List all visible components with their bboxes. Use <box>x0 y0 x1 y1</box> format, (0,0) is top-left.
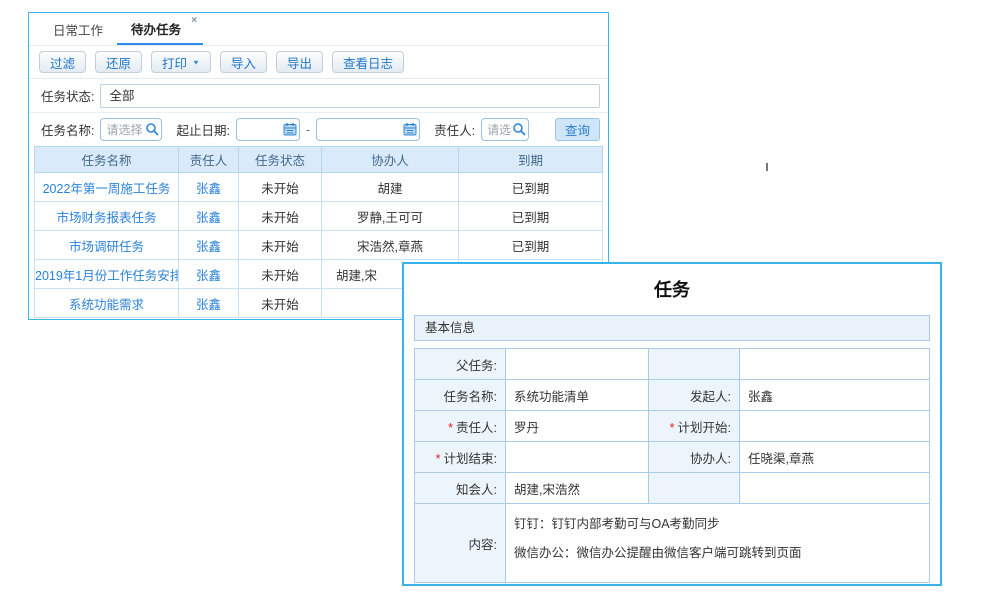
owner-link[interactable]: 张鑫 <box>196 182 221 196</box>
table-row: 市场财务报表任务 张鑫 未开始 罗静,王可可 已到期 <box>35 202 603 231</box>
task-name-link[interactable]: 系统功能需求 <box>69 298 144 312</box>
column-header-co-organizer: 协办人 <box>322 147 459 173</box>
content-value: 钉钉：钉钉内部考勤可与OA考勤同步 微信办公：微信办公提醒由微信客户端可跳转到页… <box>506 504 930 583</box>
plan-end-value <box>506 442 649 473</box>
due-cell: 已到期 <box>459 173 603 202</box>
informed-person-label: 知会人: <box>415 473 506 504</box>
status-cell: 未开始 <box>239 173 322 202</box>
search-icon[interactable] <box>512 122 526 136</box>
view-log-button[interactable]: 查看日志 <box>332 51 404 73</box>
empty-value <box>740 349 930 380</box>
chevron-down-icon: ▼ <box>192 58 200 65</box>
column-header-owner: 责任人 <box>179 147 239 173</box>
table-header-row: 任务名称 责任人 任务状态 协办人 到期 <box>35 147 603 173</box>
basic-info-section-header: 基本信息 <box>414 315 930 341</box>
calendar-icon[interactable] <box>403 122 417 136</box>
column-header-status: 任务状态 <box>239 147 322 173</box>
plan-end-label: *计划结束: <box>415 442 506 473</box>
responsible-person-label: *责任人: <box>415 411 506 442</box>
task-name-link[interactable]: 市场调研任务 <box>69 240 144 254</box>
required-marker: * <box>436 452 441 466</box>
required-marker: * <box>448 421 453 435</box>
owner-link[interactable]: 张鑫 <box>196 269 221 283</box>
empty-label <box>649 349 740 380</box>
tab-todo-tasks-label: 待办任务 <box>131 19 181 38</box>
owner-link[interactable]: 张鑫 <box>196 298 221 312</box>
due-cell: 已到期 <box>459 202 603 231</box>
filter-row-fields: 任务名称: 起止日期: - <box>29 113 608 146</box>
search-icon[interactable] <box>145 122 159 136</box>
responsible-person-label: 责任人: <box>434 120 475 139</box>
task-name-link[interactable]: 2019年1月份工作任务安排 <box>35 269 179 283</box>
table-row: 市场调研任务 张鑫 未开始 宋浩然,章燕 已到期 <box>35 231 603 260</box>
tab-daily-work[interactable]: 日常工作 <box>39 13 117 45</box>
co-organizer-label: 协办人: <box>649 442 740 473</box>
tab-bar: 日常工作 待办任务 × <box>29 13 608 46</box>
print-button-label: 打印 <box>162 53 187 72</box>
task-name-link[interactable]: 市场财务报表任务 <box>56 211 156 225</box>
co-organizer-cell: 宋浩然,章燕 <box>322 231 459 260</box>
import-button[interactable]: 导入 <box>220 51 267 73</box>
basic-info-form: 父任务: 任务名称: 系统功能清单 发起人: 张鑫 *责任人: 罗丹 *计划开始… <box>414 348 930 583</box>
toolbar: 过滤 还原 打印 ▼ 导入 导出 查看日志 <box>29 46 608 79</box>
task-status-label: 任务状态: <box>41 86 94 105</box>
query-button[interactable]: 查询 <box>555 118 600 141</box>
task-status-select[interactable]: 全部 <box>100 84 600 108</box>
parent-task-label: 父任务: <box>415 349 506 380</box>
content-label: 内容: <box>415 504 506 583</box>
restore-button[interactable]: 还原 <box>95 51 142 73</box>
co-organizer-cell: 胡建 <box>322 173 459 202</box>
plan-start-label: *计划开始: <box>649 411 740 442</box>
table-row: 2022年第一周施工任务 张鑫 未开始 胡建 已到期 <box>35 173 603 202</box>
due-cell: 已到期 <box>459 231 603 260</box>
filter-button[interactable]: 过滤 <box>39 51 86 73</box>
content-line-2: 微信办公：微信办公提醒由微信客户端可跳转到页面 <box>514 543 921 563</box>
task-name-label: 任务名称: <box>415 380 506 411</box>
close-tab-icon[interactable]: × <box>191 16 197 26</box>
co-organizer-value: 任晓渠,章燕 <box>740 442 930 473</box>
print-button[interactable]: 打印 ▼ <box>151 51 211 73</box>
form-row: 任务名称: 系统功能清单 发起人: 张鑫 <box>415 380 930 411</box>
owner-link[interactable]: 张鑫 <box>196 240 221 254</box>
column-header-due: 到期 <box>459 147 603 173</box>
filter-row-status: 任务状态: 全部 <box>29 79 608 113</box>
date-separator: - <box>306 123 310 137</box>
status-cell: 未开始 <box>239 202 322 231</box>
required-marker: * <box>670 421 675 435</box>
status-cell: 未开始 <box>239 260 322 289</box>
task-name-link[interactable]: 2022年第一周施工任务 <box>43 182 171 196</box>
form-row: *计划结束: 协办人: 任晓渠,章燕 <box>415 442 930 473</box>
content-line-1: 钉钉：钉钉内部考勤可与OA考勤同步 <box>514 514 921 534</box>
empty-label <box>649 473 740 504</box>
form-row: 知会人: 胡建,宋浩然 <box>415 473 930 504</box>
status-cell: 未开始 <box>239 289 322 318</box>
plan-start-value <box>740 411 930 442</box>
form-row: 父任务: <box>415 349 930 380</box>
task-name-value: 系统功能清单 <box>506 380 649 411</box>
dialog-title: 任务 <box>404 276 940 302</box>
form-row-content: 内容: 钉钉：钉钉内部考勤可与OA考勤同步 微信办公：微信办公提醒由微信客户端可… <box>415 504 930 583</box>
stray-cursor-mark <box>766 163 768 171</box>
task-name-label: 任务名称: <box>41 120 94 139</box>
date-range-label: 起止日期: <box>176 120 229 139</box>
responsible-person-value: 罗丹 <box>506 411 649 442</box>
tab-todo-tasks[interactable]: 待办任务 × <box>117 13 203 45</box>
initiator-label: 发起人: <box>649 380 740 411</box>
co-organizer-cell: 罗静,王可可 <box>322 202 459 231</box>
export-button[interactable]: 导出 <box>276 51 323 73</box>
initiator-value: 张鑫 <box>740 380 930 411</box>
empty-value <box>740 473 930 504</box>
column-header-task-name: 任务名称 <box>35 147 179 173</box>
task-detail-dialog: 任务 基本信息 父任务: 任务名称: 系统功能清单 发起人: 张鑫 *责任人: … <box>402 262 942 586</box>
parent-task-value <box>506 349 649 380</box>
owner-link[interactable]: 张鑫 <box>196 211 221 225</box>
calendar-icon[interactable] <box>283 122 297 136</box>
informed-person-value: 胡建,宋浩然 <box>506 473 649 504</box>
form-row: *责任人: 罗丹 *计划开始: <box>415 411 930 442</box>
status-cell: 未开始 <box>239 231 322 260</box>
